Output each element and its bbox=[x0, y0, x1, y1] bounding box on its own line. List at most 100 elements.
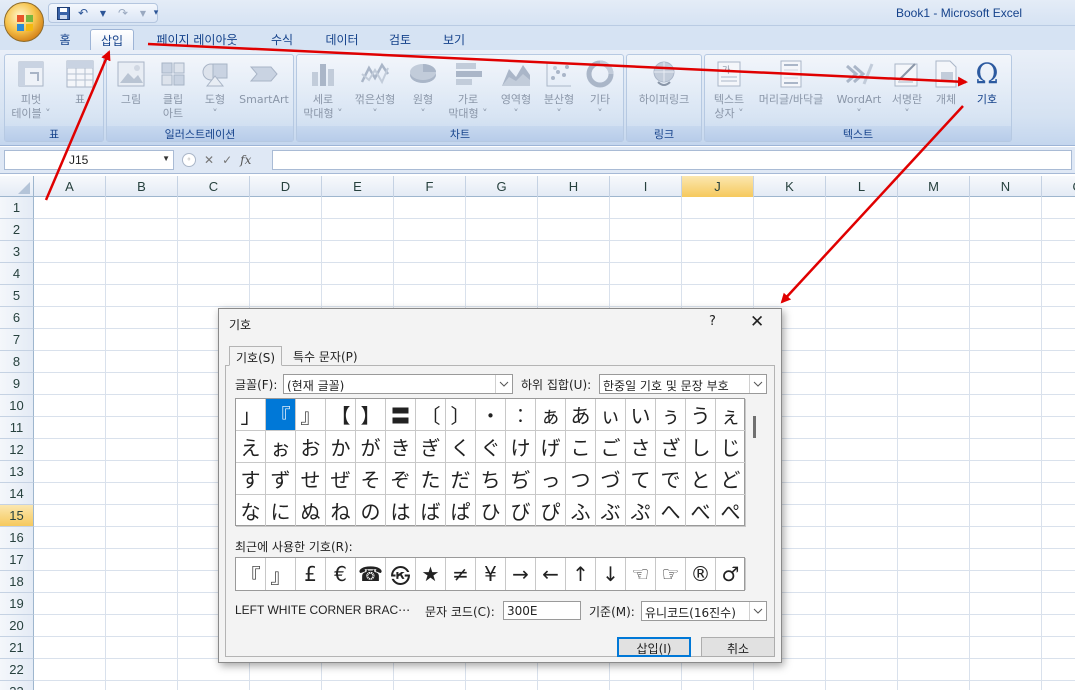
confirm-entry-icon[interactable]: ✓ bbox=[222, 153, 232, 167]
symbol-grid[interactable]: 」『』【】〓〔〕・ ︰ ぁあぃいぅうぇえぉおかがきぎくぐけげこごさざしじすずせぜそぞ… bbox=[235, 398, 746, 527]
symbol-cell[interactable]: げ bbox=[536, 431, 566, 463]
column-header[interactable]: I bbox=[610, 176, 682, 197]
symbol-cell[interactable]: ぐ bbox=[476, 431, 506, 463]
recent-symbol-cell[interactable]: ↑ bbox=[566, 558, 596, 590]
row-header[interactable]: 15 bbox=[0, 505, 34, 527]
tab-symbols[interactable]: 기호(S) bbox=[229, 346, 283, 366]
row-header[interactable]: 16 bbox=[0, 527, 34, 549]
recent-symbol-cell[interactable]: → bbox=[506, 558, 536, 590]
table-button[interactable]: 표 bbox=[57, 59, 103, 107]
close-icon[interactable]: ✕ bbox=[750, 312, 764, 332]
symbol-cell[interactable]: ぜ bbox=[326, 463, 356, 495]
symbol-cell[interactable]: へ bbox=[656, 495, 686, 527]
symbol-cell[interactable]: た bbox=[416, 463, 446, 495]
symbol-cell[interactable]: け bbox=[506, 431, 536, 463]
smartart-button[interactable]: SmartArt bbox=[235, 59, 293, 107]
symbol-cell[interactable]: ぇ bbox=[716, 399, 746, 431]
symbol-cell[interactable]: ぅ bbox=[656, 399, 686, 431]
symbol-cell[interactable]: に bbox=[266, 495, 296, 527]
symbol-cell[interactable]: 〕 bbox=[446, 399, 476, 431]
symbol-cell[interactable]: ぺ bbox=[716, 495, 746, 527]
tab-view[interactable]: 보기 bbox=[434, 29, 474, 50]
column-header[interactable]: H bbox=[538, 176, 610, 197]
symbol-cell[interactable]: ぱ bbox=[446, 495, 476, 527]
scatter-chart-button[interactable]: 분산형 ˅ bbox=[537, 59, 581, 121]
symbol-cell[interactable]: ぷ bbox=[626, 495, 656, 527]
symbol-cell[interactable]: は bbox=[386, 495, 416, 527]
subset-select[interactable]: 한중일 기호 및 문장 부호 bbox=[599, 374, 767, 394]
row-header[interactable]: 21 bbox=[0, 637, 34, 659]
object-button[interactable]: 개체 bbox=[929, 59, 963, 107]
row-header[interactable]: 8 bbox=[0, 351, 34, 373]
symbol-cell[interactable]: ぁ bbox=[536, 399, 566, 431]
symbol-cell[interactable]: ・ bbox=[476, 399, 506, 431]
symbol-button[interactable]: Ω 기호 bbox=[965, 59, 1009, 107]
symbol-cell[interactable]: だ bbox=[446, 463, 476, 495]
name-box-dropdown-icon[interactable]: ▼ bbox=[162, 154, 170, 163]
row-header[interactable]: 19 bbox=[0, 593, 34, 615]
column-header[interactable]: B bbox=[106, 176, 178, 197]
symbol-cell[interactable]: 〓 bbox=[386, 399, 416, 431]
symbol-cell[interactable]: ど bbox=[716, 463, 746, 495]
line-chart-button[interactable]: 꺾은선형 ˅ bbox=[349, 59, 401, 121]
text-box-button[interactable]: 가 텍스트 상자 ˅ bbox=[707, 59, 751, 121]
symbol-cell[interactable]: べ bbox=[686, 495, 716, 527]
symbol-cell[interactable]: ぶ bbox=[596, 495, 626, 527]
symbol-cell[interactable]: う bbox=[686, 399, 716, 431]
pie-chart-button[interactable]: 원형 ˅ bbox=[403, 59, 443, 121]
column-header[interactable]: M bbox=[898, 176, 970, 197]
recent-symbol-cell[interactable]: ≠ bbox=[446, 558, 476, 590]
recent-symbol-cell[interactable]: 『 bbox=[236, 558, 266, 590]
recent-symbol-cell[interactable]: ㉿ bbox=[386, 558, 416, 590]
symbol-cell[interactable]: な bbox=[236, 495, 266, 527]
symbol-cell[interactable]: ざ bbox=[656, 431, 686, 463]
column-chart-button[interactable]: 세로 막대형 ˅ bbox=[299, 59, 347, 121]
row-header[interactable]: 17 bbox=[0, 549, 34, 571]
recent-symbols-grid[interactable]: 『』 £ € ☎ ㉿ ★ ≠ ¥ → ← ↑ ↓ ☜ ☞ ® ♂ bbox=[235, 557, 746, 591]
symbol-cell[interactable]: あ bbox=[566, 399, 596, 431]
row-header[interactable]: 10 bbox=[0, 395, 34, 417]
symbol-cell[interactable]: ず bbox=[266, 463, 296, 495]
symbol-cell[interactable]: さ bbox=[626, 431, 656, 463]
symbol-cell[interactable]: ぉ bbox=[266, 431, 296, 463]
row-header[interactable]: 11 bbox=[0, 417, 34, 439]
tab-formulas[interactable]: 수식 bbox=[262, 29, 302, 50]
column-header[interactable]: O bbox=[1042, 176, 1075, 197]
symbol-cell[interactable]: ぎ bbox=[416, 431, 446, 463]
symbol-cell[interactable]: の bbox=[356, 495, 386, 527]
save-icon[interactable] bbox=[55, 5, 71, 21]
name-box[interactable]: J15 ▼ bbox=[4, 150, 174, 170]
row-header[interactable]: 7 bbox=[0, 329, 34, 351]
symbol-cell[interactable]: ぃ bbox=[596, 399, 626, 431]
symbol-cell[interactable]: い bbox=[626, 399, 656, 431]
symbol-cell[interactable]: 」 bbox=[236, 399, 266, 431]
symbol-cell[interactable]: ふ bbox=[566, 495, 596, 527]
cancel-entry-icon[interactable]: ✕ bbox=[204, 153, 214, 167]
symbol-cell[interactable]: ひ bbox=[476, 495, 506, 527]
symbol-cell[interactable]: と bbox=[686, 463, 716, 495]
row-header[interactable]: 14 bbox=[0, 483, 34, 505]
tab-insert[interactable]: 삽입 bbox=[90, 29, 134, 50]
recent-symbol-cell[interactable]: ☜ bbox=[626, 558, 656, 590]
symbol-cell[interactable]: づ bbox=[596, 463, 626, 495]
chevron-down-icon[interactable] bbox=[495, 375, 512, 393]
symbol-cell[interactable]: ぢ bbox=[506, 463, 536, 495]
symbol-cell[interactable]: つ bbox=[566, 463, 596, 495]
row-header[interactable]: 18 bbox=[0, 571, 34, 593]
recent-symbol-cell[interactable]: ★ bbox=[416, 558, 446, 590]
chevron-down-icon[interactable] bbox=[749, 602, 766, 620]
row-header[interactable]: 20 bbox=[0, 615, 34, 637]
hyperlink-button[interactable]: 하이퍼링크 bbox=[629, 59, 699, 107]
symbol-cell[interactable]: せ bbox=[296, 463, 326, 495]
symbol-cell[interactable]: か bbox=[326, 431, 356, 463]
row-header[interactable]: 1 bbox=[0, 197, 34, 219]
recent-symbol-cell[interactable]: € bbox=[326, 558, 356, 590]
recent-symbol-cell[interactable]: ↓ bbox=[596, 558, 626, 590]
cancel-button[interactable]: 취소 bbox=[701, 637, 775, 657]
recent-symbol-cell[interactable]: ← bbox=[536, 558, 566, 590]
column-header[interactable]: D bbox=[250, 176, 322, 197]
symbol-cell[interactable]: び bbox=[506, 495, 536, 527]
symbol-cell[interactable]: 〔 bbox=[416, 399, 446, 431]
formula-input[interactable] bbox=[272, 150, 1072, 170]
redo-icon[interactable]: ↷ bbox=[115, 5, 131, 21]
